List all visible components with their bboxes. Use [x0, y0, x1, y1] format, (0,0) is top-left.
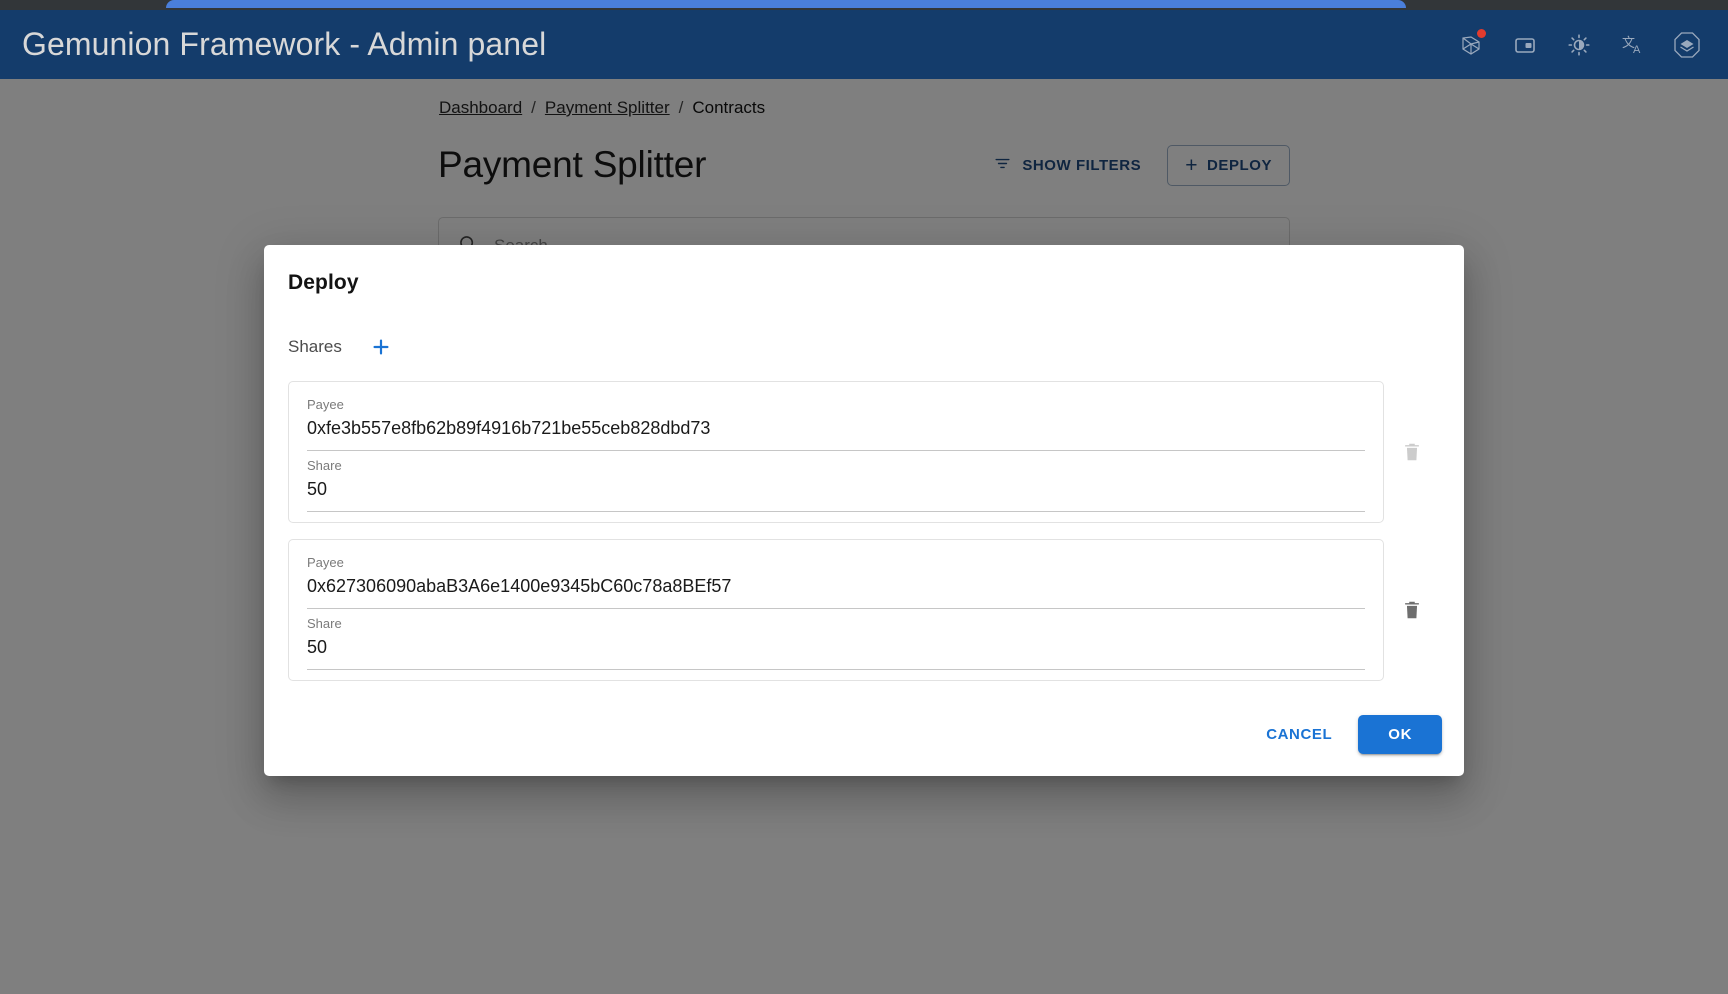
share-label: Share	[307, 616, 342, 631]
app-title: Gemunion Framework - Admin panel	[22, 26, 547, 62]
brightness-icon[interactable]	[1560, 26, 1598, 64]
payee-input[interactable]	[307, 416, 1365, 451]
deploy-dialog: Deploy Shares Payee 0xfe3b557e8fb62b89f4…	[264, 245, 1464, 776]
shares-header: Shares	[288, 327, 1440, 367]
dialog-title: Deploy	[288, 271, 359, 294]
screen: Gemunion Framework - Admin panel 文 A Sea…	[0, 0, 1728, 994]
svg-text:A: A	[1633, 44, 1641, 56]
share-card: Payee Share	[288, 381, 1384, 523]
notification-badge	[1477, 28, 1486, 38]
wallet-icon[interactable]	[1506, 26, 1544, 64]
payee-field-group: Payee	[307, 554, 1365, 609]
ok-button[interactable]: OK	[1358, 715, 1442, 754]
dialog-actions: CANCEL OK	[264, 697, 1464, 776]
browser-tab[interactable]	[166, 0, 1406, 8]
payee-input[interactable]	[307, 574, 1365, 609]
appbar-icons: 文 A	[1452, 26, 1706, 64]
network-icon[interactable]	[1452, 26, 1490, 64]
share-field-group: Share	[307, 457, 1365, 512]
delete-cell	[1384, 590, 1440, 630]
share-field-group: Share	[307, 615, 1365, 670]
translate-icon[interactable]: 文 A	[1614, 26, 1652, 64]
cancel-button[interactable]: CANCEL	[1250, 716, 1348, 753]
share-row: Payee Share	[288, 539, 1440, 681]
delete-share-button[interactable]	[1392, 432, 1432, 472]
app-bar: Gemunion Framework - Admin panel 文 A	[0, 10, 1728, 79]
share-card: Payee Share	[288, 539, 1384, 681]
shares-label: Shares	[288, 337, 342, 356]
payee-label: Payee	[307, 397, 344, 412]
payee-field-group: Payee	[307, 396, 1365, 451]
delete-share-button[interactable]	[1392, 590, 1432, 630]
share-input[interactable]	[307, 477, 1365, 512]
dialog-body: Shares Payee Share	[264, 307, 1464, 681]
logo-icon[interactable]	[1668, 26, 1706, 64]
delete-cell	[1384, 432, 1440, 472]
share-row: Payee Share	[288, 381, 1440, 523]
add-share-button[interactable]	[364, 330, 398, 364]
share-label: Share	[307, 458, 342, 473]
share-input[interactable]	[307, 635, 1365, 670]
payee-label: Payee	[307, 555, 344, 570]
browser-chrome	[0, 0, 1728, 10]
